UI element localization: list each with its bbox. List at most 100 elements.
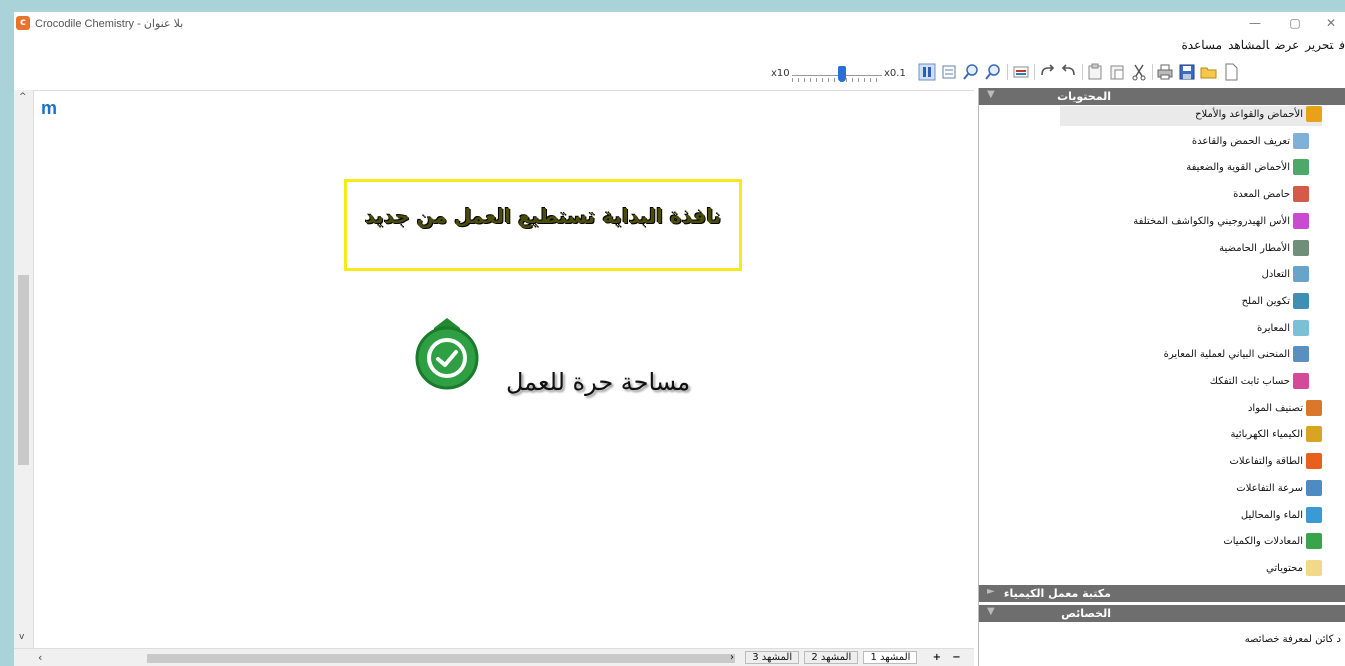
tree-item[interactable]: تصنيف المواد <box>1248 399 1322 420</box>
toolbar: x10 x0.1 <box>14 54 1345 88</box>
tree-item-label: الأحماض القوية والضعيفة <box>1186 162 1290 174</box>
toolbar-separator <box>1082 64 1083 80</box>
topic-icon <box>1306 506 1322 523</box>
tree-item-label: الأس الهيدروجيني والكواشف المختلفة <box>1133 215 1290 227</box>
toolbar-separator <box>1007 64 1008 80</box>
tree-item[interactable]: المنحنى البياني لعملية المعايرة <box>1164 346 1309 366</box>
scroll-up-icon[interactable]: ^ <box>19 92 27 102</box>
scroll-left-icon[interactable]: ‹ <box>38 651 42 664</box>
tree-item-label: التعادل <box>1261 269 1290 281</box>
pause-icon[interactable] <box>918 63 936 81</box>
topic-icon <box>1293 373 1309 389</box>
tree-item[interactable]: تعريف الحمض والقاعدة <box>1191 132 1309 153</box>
properties-hint: د كائن لمعرفة خصائصه <box>1244 634 1341 645</box>
scroll-down-icon[interactable]: v <box>19 632 24 642</box>
cut-icon[interactable] <box>1130 63 1148 81</box>
tree-item[interactable]: الماء والمحاليل <box>1241 506 1322 527</box>
scene-tab-3[interactable]: المشهد 3 <box>745 651 800 664</box>
tree-item[interactable]: حامض المعدة <box>1233 186 1309 206</box>
collapse-arrow-icon[interactable]: ▼ <box>987 89 995 100</box>
scene-next-icon[interactable]: › <box>730 652 734 663</box>
toolbar-separator <box>1034 64 1035 80</box>
collapse-arrow-icon[interactable]: ▼ <box>987 606 995 617</box>
fit-page-icon[interactable] <box>940 63 958 81</box>
topic-icon <box>1306 399 1322 416</box>
properties-header-label: الخصائص <box>1061 607 1111 620</box>
tree-item-label: محتوياتي <box>1266 562 1303 574</box>
save-icon[interactable] <box>1178 63 1196 81</box>
tree-item[interactable]: المعادلات والكميات <box>1223 533 1322 553</box>
properties-header[interactable]: الخصائص ▼ <box>979 605 1345 622</box>
topic-icon <box>1293 319 1309 336</box>
add-scene-button[interactable]: + <box>933 652 941 663</box>
tree-item[interactable]: حساب ثابت التفكك <box>1210 373 1309 393</box>
vertical-scroll-thumb[interactable] <box>18 275 29 465</box>
menu-view[interactable]: عرض <box>1275 38 1299 52</box>
tree-item[interactable]: التعادل <box>1262 266 1309 286</box>
topic-icon <box>1306 533 1322 550</box>
canvas-corner-text: m <box>41 98 58 118</box>
tree-item[interactable]: الأمطار الحامضية <box>1219 239 1309 260</box>
title-bar: c Crocodile Chemistry - بلا عنوان — ▢ ✕ <box>14 12 1345 36</box>
menu-file[interactable]: ف <box>1339 38 1345 52</box>
free-workspace-text: مساحة حرة للعمل <box>506 368 691 396</box>
tree-item[interactable]: محتوياتي <box>1266 559 1322 580</box>
maximize-button[interactable]: ▢ <box>1284 13 1306 33</box>
tree-item-label: الكيمياء الكهربائية <box>1230 429 1303 441</box>
tree-item[interactable]: سرعة التفاعلات <box>1236 479 1322 500</box>
topic-icon <box>1306 479 1322 496</box>
contents-header-label: المحتويات <box>1057 90 1111 103</box>
window-title: Crocodile Chemistry - بلا عنوان <box>35 18 184 30</box>
new-icon[interactable] <box>1222 63 1240 81</box>
contents-panel: المحتويات ▼ الأحماض والقواعد والأملاح تعر… <box>978 88 1345 666</box>
topic-icon <box>1306 426 1322 443</box>
library-header[interactable]: مكتبة معمل الكيمياء ► <box>979 585 1345 602</box>
remove-scene-button[interactable]: − <box>952 652 960 663</box>
zoom-slider-ticks <box>792 78 882 82</box>
menu-edit[interactable]: تحرير <box>1305 38 1333 52</box>
topic-icon <box>1293 266 1309 283</box>
bottom-bar: ‹ › المشهد 3 المشهد 2 المشهد 1 + − <box>14 648 974 666</box>
horizontal-scroll-thumb[interactable] <box>147 654 735 663</box>
tree-item[interactable]: تكوين الملح <box>1242 292 1309 313</box>
tree-item-label: تعريف الحمض والقاعدة <box>1191 135 1290 147</box>
paste-special-icon[interactable] <box>1086 63 1104 81</box>
tree-item[interactable]: الطاقة والتفاعلات <box>1229 453 1322 473</box>
workspace-canvas[interactable] <box>14 90 974 649</box>
menu-scenes[interactable]: المشاهد <box>1228 38 1269 52</box>
scene-tab-1[interactable]: المشهد 1 <box>863 651 918 664</box>
tree-item[interactable]: الأحماض والقواعد والأملاح <box>1060 106 1322 126</box>
zoom-max-label: x0.1 <box>884 68 906 79</box>
menu-help[interactable]: مساعدة <box>1182 38 1223 52</box>
tree-item[interactable]: الكيمياء الكهربائية <box>1230 426 1322 446</box>
tree-item-label: الأحماض والقواعد والأملاح <box>1195 109 1303 120</box>
zoom-out-icon[interactable] <box>984 63 1002 81</box>
zoom-in-icon[interactable] <box>962 63 980 81</box>
topic-icon <box>1306 106 1322 122</box>
topic-icon <box>1293 159 1309 176</box>
paste-icon[interactable] <box>1108 63 1126 81</box>
green-check-badge-icon <box>412 310 482 390</box>
menu-bar: ف تحرير عرض المشاهد مساعدة <box>14 36 1345 54</box>
scene-tab-2[interactable]: المشهد 2 <box>804 651 859 664</box>
redo-icon[interactable] <box>1038 63 1056 81</box>
contents-header[interactable]: المحتويات ▼ <box>979 88 1345 105</box>
vertical-scrollbar[interactable]: ^ v <box>14 90 34 648</box>
print-icon[interactable] <box>1156 63 1174 81</box>
tree-item[interactable]: المعايرة <box>1257 319 1309 340</box>
open-icon[interactable] <box>1200 63 1218 81</box>
tree-item-label: الأمطار الحامضية <box>1219 242 1290 254</box>
toolbar-separator <box>1152 64 1153 80</box>
tree-item[interactable]: الأس الهيدروجيني والكواشف المختلفة <box>1133 212 1309 233</box>
graph-icon[interactable] <box>1012 63 1030 81</box>
expand-arrow-icon[interactable]: ► <box>987 586 995 597</box>
topic-icon <box>1293 239 1309 256</box>
topic-icon <box>1293 346 1309 363</box>
zoom-slider-thumb[interactable] <box>837 66 846 82</box>
minimize-button[interactable]: — <box>1244 13 1266 33</box>
close-button[interactable]: ✕ <box>1320 13 1342 33</box>
undo-icon[interactable] <box>1060 63 1078 81</box>
tree-item[interactable]: الأحماض القوية والضعيفة <box>1186 159 1309 179</box>
contents-tree: الأحماض والقواعد والأملاح تعريف الحمض وال… <box>979 106 1345 576</box>
tree-item-label: المعادلات والكميات <box>1223 536 1303 548</box>
